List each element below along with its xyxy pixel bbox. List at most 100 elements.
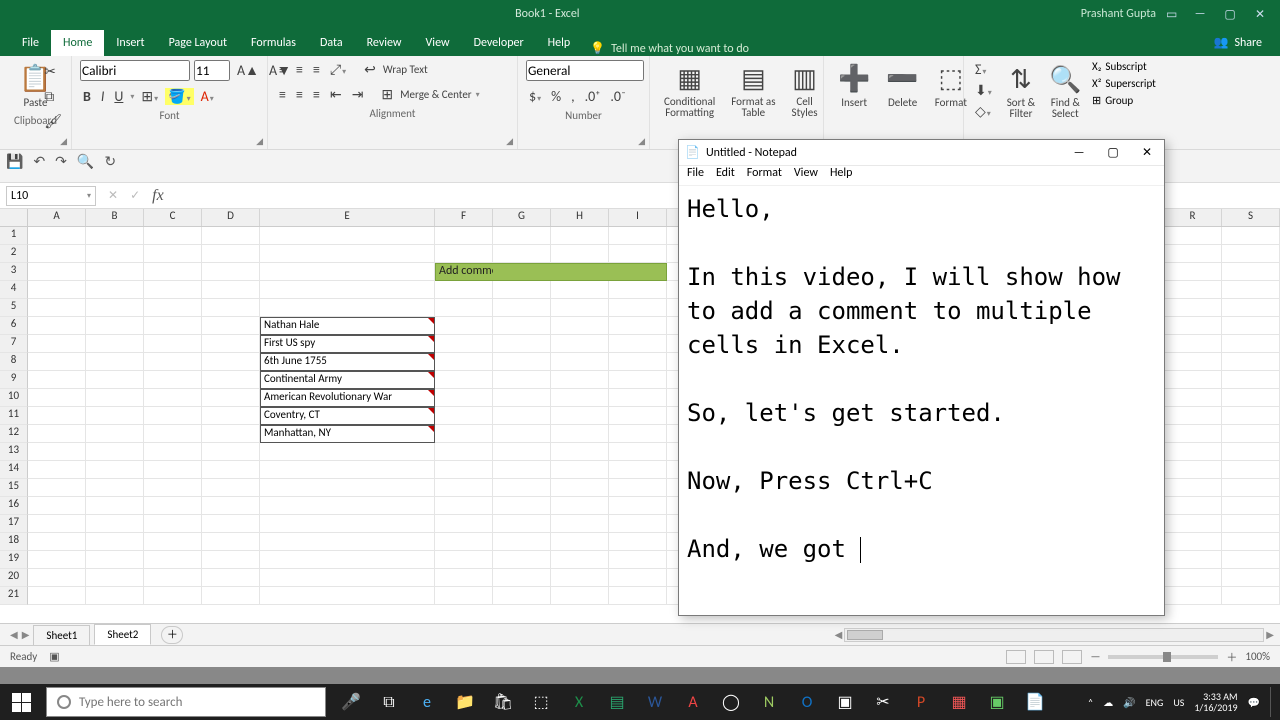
row-header[interactable]: 21 bbox=[0, 587, 28, 605]
cell-styles-button[interactable]: ▥Cell Styles bbox=[786, 60, 824, 120]
cell[interactable] bbox=[260, 533, 435, 551]
row-header[interactable]: 1 bbox=[0, 227, 28, 245]
cell[interactable] bbox=[609, 371, 667, 389]
cell[interactable] bbox=[551, 461, 609, 479]
cell[interactable] bbox=[435, 299, 493, 317]
conditional-formatting-button[interactable]: ▦Conditional Formatting bbox=[658, 60, 721, 120]
notepad-menu-edit[interactable]: Edit bbox=[716, 166, 735, 185]
system-tray[interactable]: ˄ ☁ 🔊 ENG US 3:33 AM 1/16/2019 💬 bbox=[1088, 687, 1280, 717]
cell[interactable] bbox=[86, 299, 144, 317]
col-header[interactable]: S bbox=[1222, 209, 1280, 226]
cell[interactable] bbox=[260, 515, 435, 533]
percent-button[interactable]: % bbox=[548, 87, 564, 106]
taskbar-edge-icon[interactable]: e bbox=[408, 684, 446, 720]
cell[interactable] bbox=[260, 281, 435, 299]
font-size-box[interactable] bbox=[194, 60, 230, 81]
select-all-triangle[interactable] bbox=[0, 209, 28, 226]
cell[interactable] bbox=[144, 335, 202, 353]
row-header[interactable]: 19 bbox=[0, 551, 28, 569]
tray-expand-icon[interactable]: ˄ bbox=[1088, 696, 1093, 709]
cell[interactable] bbox=[435, 443, 493, 461]
cell[interactable] bbox=[202, 497, 260, 515]
col-header[interactable]: D bbox=[202, 209, 260, 226]
taskbar-classroom-icon[interactable]: ▤ bbox=[598, 684, 636, 720]
cell[interactable] bbox=[435, 587, 493, 605]
row-header[interactable]: 17 bbox=[0, 515, 28, 533]
cell[interactable] bbox=[260, 497, 435, 515]
tray-lang[interactable]: ENG bbox=[1146, 696, 1164, 709]
account-name[interactable]: Prashant Gupta bbox=[1081, 7, 1156, 21]
cell[interactable] bbox=[609, 479, 667, 497]
wrap-text-label[interactable]: Wrap Text bbox=[383, 63, 428, 76]
cell[interactable] bbox=[28, 353, 86, 371]
cell[interactable] bbox=[1164, 533, 1222, 551]
orientation-button[interactable]: ⤢▾ bbox=[327, 60, 349, 79]
comment-indicator-icon[interactable] bbox=[428, 408, 434, 414]
sheet-nav-next[interactable]: ▶ bbox=[22, 628, 30, 641]
insert-cells-button[interactable]: ➕Insert bbox=[832, 60, 876, 111]
cell[interactable] bbox=[144, 551, 202, 569]
tray-notifications-icon[interactable]: 💬 bbox=[1248, 696, 1260, 709]
cell[interactable] bbox=[202, 227, 260, 245]
cell[interactable] bbox=[1222, 371, 1280, 389]
cell[interactable] bbox=[1222, 407, 1280, 425]
taskbar-notepad-icon[interactable]: 📄 bbox=[1016, 684, 1054, 720]
cell[interactable] bbox=[260, 245, 435, 263]
cell[interactable] bbox=[144, 371, 202, 389]
cell[interactable] bbox=[493, 299, 551, 317]
cell[interactable] bbox=[551, 551, 609, 569]
cell[interactable] bbox=[260, 569, 435, 587]
cell[interactable] bbox=[202, 515, 260, 533]
cell[interactable]: American Revolutionary War bbox=[260, 389, 435, 407]
comment-indicator-icon[interactable] bbox=[428, 318, 434, 324]
name-box[interactable]: L10 ▾ bbox=[6, 186, 96, 206]
cell[interactable] bbox=[551, 443, 609, 461]
cell[interactable] bbox=[28, 299, 86, 317]
cell[interactable] bbox=[435, 551, 493, 569]
cell[interactable] bbox=[86, 569, 144, 587]
cell[interactable] bbox=[86, 425, 144, 443]
cell[interactable] bbox=[493, 227, 551, 245]
cell[interactable] bbox=[1222, 389, 1280, 407]
cell[interactable] bbox=[609, 443, 667, 461]
row-header[interactable]: 13 bbox=[0, 443, 28, 461]
format-as-table-button[interactable]: ▤Format as Table bbox=[725, 60, 781, 120]
cell[interactable] bbox=[435, 569, 493, 587]
cell[interactable] bbox=[28, 317, 86, 335]
decrease-indent[interactable]: ⇤ bbox=[327, 85, 345, 104]
cell[interactable] bbox=[260, 587, 435, 605]
taskbar-idea-icon[interactable]: ▣ bbox=[826, 684, 864, 720]
cell[interactable] bbox=[1164, 353, 1222, 371]
cell[interactable] bbox=[551, 569, 609, 587]
cell[interactable] bbox=[551, 263, 609, 281]
cell[interactable] bbox=[609, 335, 667, 353]
cell[interactable] bbox=[1164, 497, 1222, 515]
subscript-label[interactable]: Subscript bbox=[1105, 60, 1146, 73]
cell[interactable] bbox=[202, 281, 260, 299]
cell[interactable] bbox=[493, 533, 551, 551]
cell[interactable] bbox=[144, 461, 202, 479]
taskbar-misc-icon[interactable]: ▦ bbox=[940, 684, 978, 720]
cell[interactable] bbox=[28, 551, 86, 569]
cell[interactable] bbox=[1222, 533, 1280, 551]
cell[interactable] bbox=[202, 569, 260, 587]
cell[interactable] bbox=[1222, 299, 1280, 317]
cell[interactable] bbox=[86, 389, 144, 407]
row-header[interactable]: 11 bbox=[0, 407, 28, 425]
notepad-title-bar[interactable]: 📄 Untitled - Notepad — ▢ ✕ bbox=[679, 140, 1164, 166]
taskbar-reader-icon[interactable]: A bbox=[674, 684, 712, 720]
cell[interactable] bbox=[493, 317, 551, 335]
cell[interactable] bbox=[435, 461, 493, 479]
start-button[interactable] bbox=[0, 684, 42, 720]
row-header[interactable]: 20 bbox=[0, 569, 28, 587]
cell[interactable] bbox=[1164, 227, 1222, 245]
cell[interactable] bbox=[609, 533, 667, 551]
qat-redo-icon[interactable]: ↷ bbox=[55, 153, 67, 170]
tray-lang-region[interactable]: US bbox=[1173, 696, 1184, 709]
cell[interactable] bbox=[493, 569, 551, 587]
cell[interactable]: Coventry, CT bbox=[260, 407, 435, 425]
cell[interactable] bbox=[202, 479, 260, 497]
tab-help[interactable]: Help bbox=[536, 30, 583, 56]
cell[interactable] bbox=[202, 317, 260, 335]
cell[interactable]: Manhattan, NY bbox=[260, 425, 435, 443]
